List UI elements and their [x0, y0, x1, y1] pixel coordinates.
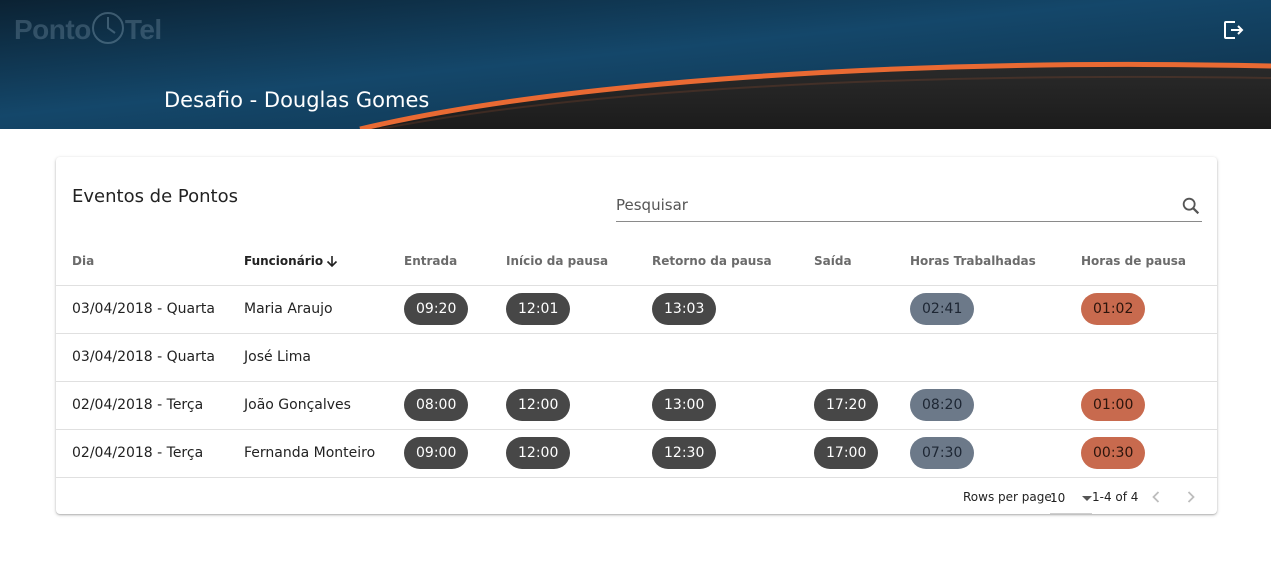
time-chip-entrada: 08:00 — [404, 389, 469, 421]
events-table: Dia Funcionário Entrada Início da pausa … — [56, 237, 1217, 478]
time-chip-retorno-pausa: 12:30 — [652, 437, 717, 469]
cell-inicio-pausa: 12:01 — [506, 285, 652, 334]
page-title: Desafio - Douglas Gomes — [164, 88, 430, 112]
clock-icon — [91, 11, 124, 44]
cell-saida — [814, 333, 910, 382]
table-row[interactable]: 02/04/2018 - Terça Fernanda Monteiro 09:… — [56, 429, 1217, 478]
cell-dia: 02/04/2018 - Terça — [56, 429, 244, 478]
cell-retorno-pausa: 13:00 — [652, 381, 814, 430]
previous-page-icon[interactable] — [1146, 487, 1166, 507]
cell-dia: 03/04/2018 - Quarta — [56, 285, 244, 334]
cell-inicio-pausa: 12:00 — [506, 381, 652, 430]
cell-entrada: 09:00 — [404, 429, 506, 478]
time-chip-inicio-pausa: 12:00 — [506, 389, 571, 421]
cell-retorno-pausa: 12:30 — [652, 429, 814, 478]
cell-horas-trabalhadas: 07:30 — [910, 429, 1081, 478]
cell-funcionario: José Lima — [244, 333, 404, 382]
next-page-icon[interactable] — [1181, 487, 1201, 507]
hours-worked-chip: 07:30 — [910, 437, 975, 469]
pause-hours-chip: 00:30 — [1081, 437, 1146, 469]
logo-text-ponto: Ponto — [14, 14, 91, 45]
sort-arrow-down-icon[interactable] — [325, 254, 339, 268]
column-header-retorno-pausa[interactable]: Retorno da pausa — [652, 237, 814, 286]
cell-horas-pausa: 00:30 — [1081, 429, 1217, 478]
column-header-inicio-pausa[interactable]: Início da pausa — [506, 237, 652, 286]
logout-icon[interactable] — [1221, 18, 1245, 42]
pause-hours-chip: 01:00 — [1081, 389, 1146, 421]
cell-horas-pausa — [1081, 333, 1217, 382]
cell-funcionario: João Gonçalves — [244, 381, 404, 430]
rows-per-page-label: Rows per page: — [963, 490, 1056, 504]
cell-saida — [814, 285, 910, 334]
search-icon[interactable] — [1180, 195, 1202, 217]
hours-worked-chip: 02:41 — [910, 293, 975, 325]
table-row[interactable]: 02/04/2018 - Terça João Gonçalves 08:00 … — [56, 381, 1217, 430]
cell-dia: 03/04/2018 - Quarta — [56, 333, 244, 382]
cell-horas-pausa: 01:02 — [1081, 285, 1217, 334]
time-chip-saida: 17:00 — [814, 437, 879, 469]
app-header: Ponto Tel Desafio - Douglas Gomes — [0, 0, 1271, 129]
table-pagination: Rows per page: 10 1-4 of 4 — [56, 479, 1217, 514]
cell-dia: 02/04/2018 - Terça — [56, 381, 244, 430]
cell-inicio-pausa — [506, 333, 652, 382]
column-header-dia[interactable]: Dia — [56, 237, 244, 286]
time-chip-retorno-pausa: 13:00 — [652, 389, 717, 421]
cell-saida: 17:00 — [814, 429, 910, 478]
cell-inicio-pausa: 12:00 — [506, 429, 652, 478]
table-header-row: Dia Funcionário Entrada Início da pausa … — [56, 237, 1217, 286]
table-row[interactable]: 03/04/2018 - Quarta Maria Araujo 09:20 1… — [56, 285, 1217, 334]
cell-funcionario: Maria Araujo — [244, 285, 404, 334]
cell-entrada: 09:20 — [404, 285, 506, 334]
search-input[interactable] — [616, 196, 1166, 214]
cell-saida: 17:20 — [814, 381, 910, 430]
logo-text-tel: Tel — [124, 14, 162, 45]
time-chip-entrada: 09:20 — [404, 293, 469, 325]
dropdown-caret-icon — [1082, 496, 1092, 501]
rows-per-page-value: 10 — [1050, 491, 1066, 505]
rows-per-page-select[interactable]: 10 — [1050, 490, 1092, 514]
cell-horas-trabalhadas — [910, 333, 1081, 382]
search-field[interactable] — [616, 193, 1202, 222]
table-row[interactable]: 03/04/2018 - Quarta José Lima — [56, 333, 1217, 382]
cell-retorno-pausa — [652, 333, 814, 382]
time-chip-inicio-pausa: 12:00 — [506, 437, 571, 469]
cell-retorno-pausa: 13:03 — [652, 285, 814, 334]
column-header-horas-trabalhadas[interactable]: Horas Trabalhadas — [910, 237, 1081, 286]
column-header-funcionario[interactable]: Funcionário — [244, 237, 404, 286]
column-header-horas-pausa[interactable]: Horas de pausa — [1081, 237, 1217, 286]
pagination-range: 1-4 of 4 — [1092, 490, 1139, 504]
pause-hours-chip: 01:02 — [1081, 293, 1146, 325]
card-title: Eventos de Pontos — [72, 186, 238, 207]
hours-worked-chip: 08:20 — [910, 389, 975, 421]
column-header-entrada[interactable]: Entrada — [404, 237, 506, 286]
cell-horas-pausa: 01:00 — [1081, 381, 1217, 430]
cell-entrada — [404, 333, 506, 382]
cell-funcionario: Fernanda Monteiro — [244, 429, 404, 478]
column-header-saida[interactable]: Saída — [814, 237, 910, 286]
cell-horas-trabalhadas: 02:41 — [910, 285, 1081, 334]
cell-entrada: 08:00 — [404, 381, 506, 430]
column-header-funcionario-label: Funcionário — [244, 253, 324, 268]
time-chip-inicio-pausa: 12:01 — [506, 293, 571, 325]
events-card: Eventos de Pontos Dia Funcionário Entrad… — [56, 157, 1217, 514]
time-chip-saida: 17:20 — [814, 389, 879, 421]
ponto-tel-logo: Ponto Tel — [14, 11, 162, 46]
time-chip-retorno-pausa: 13:03 — [652, 293, 717, 325]
time-chip-entrada: 09:00 — [404, 437, 469, 469]
cell-horas-trabalhadas: 08:20 — [910, 381, 1081, 430]
